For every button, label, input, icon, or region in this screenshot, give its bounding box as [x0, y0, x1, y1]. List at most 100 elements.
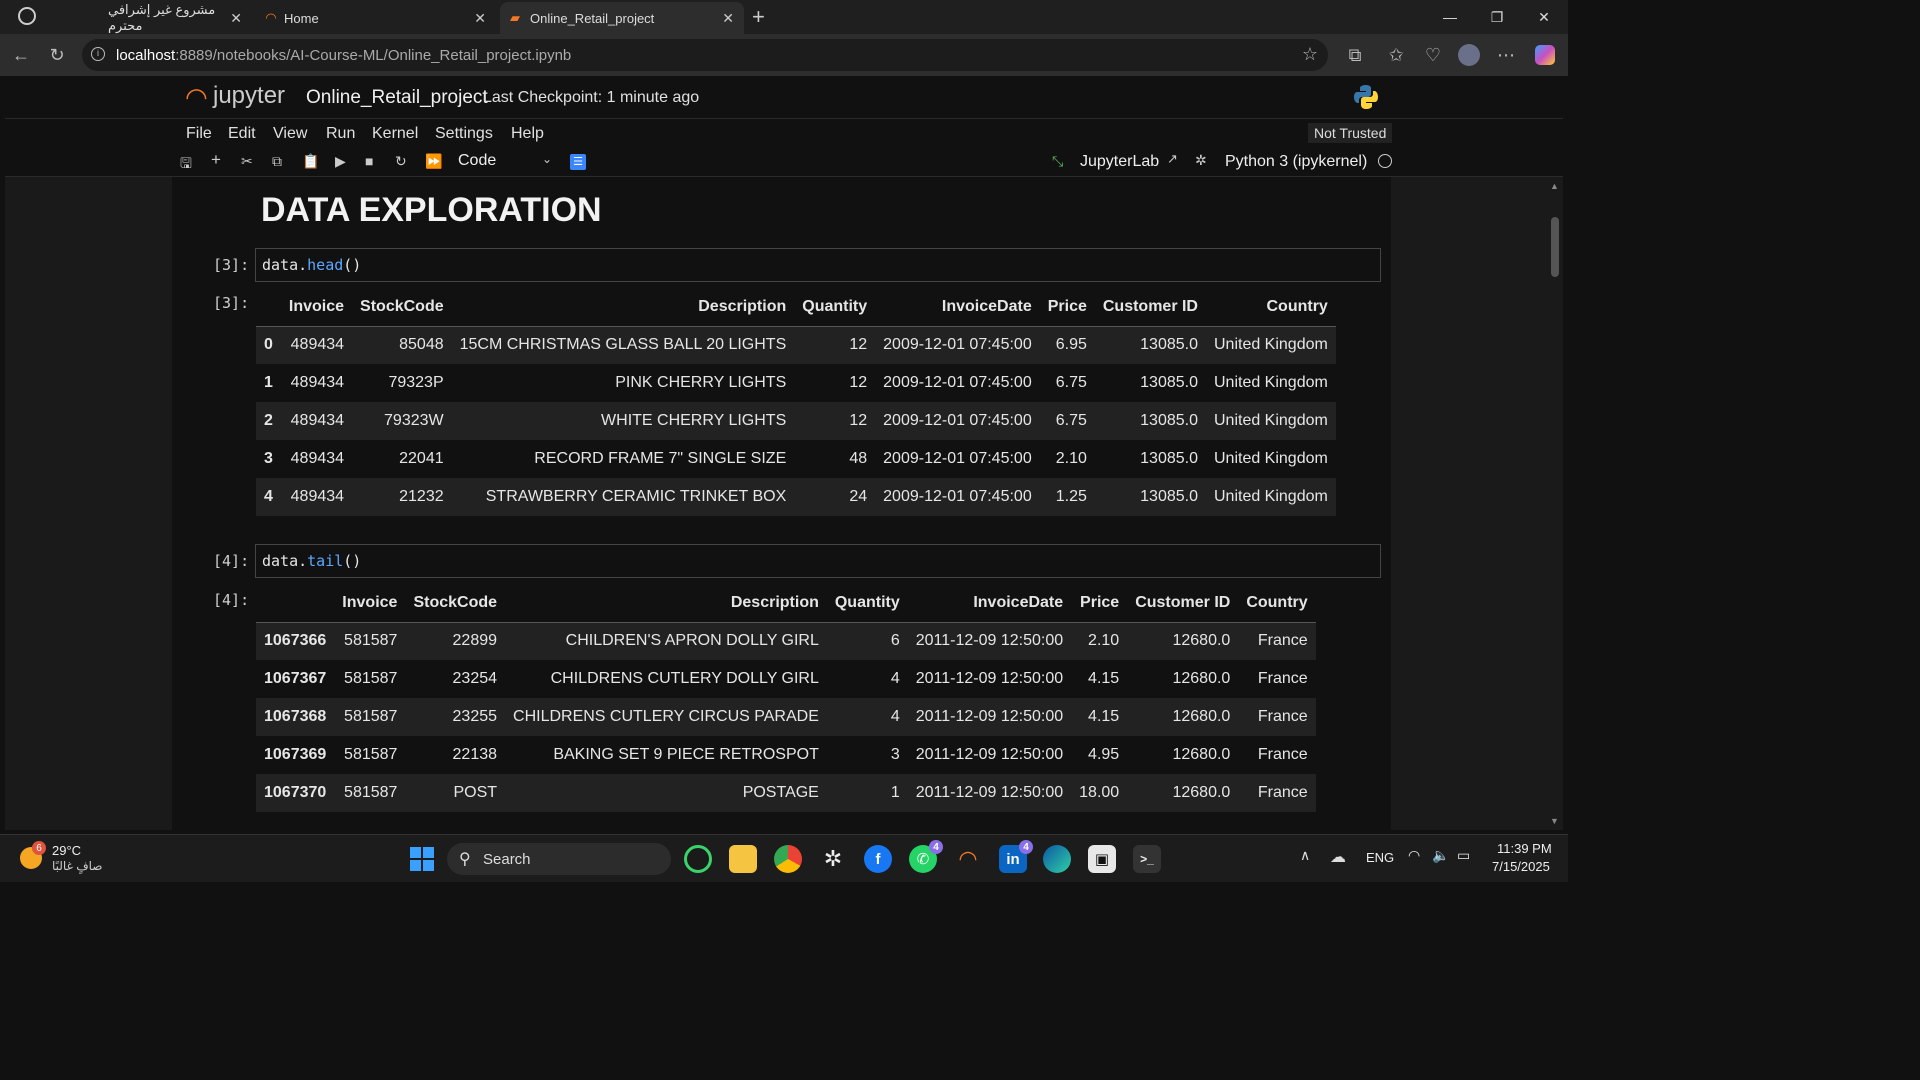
clock-date[interactable]: 7/15/2025 [1492, 859, 1550, 874]
menu-settings[interactable]: Settings [435, 125, 493, 143]
facebook-icon[interactable]: f [864, 845, 892, 873]
jupyter-logo-text[interactable]: jupyter [213, 82, 285, 110]
save-icon[interactable]: 🖫 [180, 153, 192, 177]
weather-widget[interactable]: 6 29°C صافٍ غالبًا [18, 841, 128, 877]
url-path: :8889/notebooks/AI-Course-ML/Online_Reta… [175, 46, 572, 64]
insert-cell-icon[interactable]: + [211, 150, 221, 170]
close-icon[interactable]: ✕ [230, 10, 242, 27]
restart-run-all-icon[interactable]: ⏩ [425, 153, 442, 170]
jupyter-logo-icon[interactable]: ◠ [185, 84, 208, 110]
debugger-icon[interactable]: ✲ [1195, 152, 1207, 169]
notebook-title[interactable]: Online_Retail_project [306, 87, 488, 109]
column-header: Quantity [794, 288, 876, 327]
linkedin-icon[interactable]: in 4 [999, 840, 1033, 873]
cell-type-select[interactable]: Code ⌄ [458, 152, 558, 170]
menu-file[interactable]: File [186, 125, 212, 143]
windows-logo-icon [423, 860, 434, 871]
browser-menu-icon[interactable] [18, 7, 36, 25]
windows-logo-icon [410, 860, 421, 871]
clock-time[interactable]: 11:39 PM [1497, 841, 1552, 856]
column-header: Customer ID [1094, 288, 1206, 327]
extensions-icon[interactable]: ⧉ [1342, 42, 1368, 68]
close-window-icon[interactable]: ✕ [1521, 0, 1567, 34]
tab-online-retail[interactable]: ▰ Online_Retail_project ✕ [500, 2, 744, 34]
table-cell: 23254 [452, 670, 498, 687]
code-cell-input[interactable]: data.tail() [255, 544, 1381, 578]
url-bar[interactable]: i localhost:8889/notebooks/AI-Course-ML/… [82, 39, 1328, 71]
python-logo-icon [1353, 84, 1379, 110]
tab-arabic-project[interactable]: مشروع غير إشرافي محترم ✕ [52, 2, 252, 34]
onedrive-icon[interactable]: ☁ [1330, 847, 1346, 867]
jupyter-taskbar-icon[interactable]: ◠ [954, 845, 982, 873]
notebook-scrollbar[interactable]: ▲ ▼ [1547, 177, 1563, 830]
code-cell-input[interactable]: data.head() [255, 248, 1381, 282]
table-cell: 4 [890, 670, 900, 687]
chevron-down-icon: ⌄ [541, 152, 552, 166]
table-cell: BAKING SET 9 PIECE RETROSPOT [553, 746, 819, 763]
plus-icon[interactable]: + [752, 4, 765, 30]
menu-help[interactable]: Help [511, 125, 544, 143]
table-cell: 15CM CHRISTMAS GLASS BALL 20 LIGHTS [451, 326, 795, 364]
table-cell: 12 [794, 326, 876, 364]
volume-icon[interactable]: 🔈 [1432, 847, 1449, 864]
more-options-icon[interactable]: ⋯ [1493, 42, 1519, 68]
restart-icon[interactable]: ↻ [395, 153, 407, 170]
close-icon[interactable]: ✕ [474, 10, 486, 27]
tab-home[interactable]: ◠ Home ✕ [256, 2, 496, 34]
chevron-up-icon[interactable]: ∧ [1300, 847, 1310, 864]
menu-run[interactable]: Run [326, 125, 355, 143]
minimize-icon[interactable]: — [1427, 0, 1473, 34]
scroll-up-icon[interactable]: ▲ [1550, 181, 1559, 191]
reload-icon[interactable]: ↻ [44, 42, 70, 68]
table-cell: 85048 [352, 326, 452, 364]
table-cell: 2011-12-09 12:50:00 [915, 746, 1064, 763]
kernel-name[interactable]: Python 3 (ipykernel) [1225, 153, 1367, 171]
language-indicator[interactable]: ENG [1366, 850, 1394, 865]
edge-icon[interactable] [1043, 845, 1071, 873]
table-cell: 2009-12-01 07:45:00 [875, 402, 1040, 440]
battery-icon[interactable]: ▭ [1457, 847, 1470, 864]
profile-avatar[interactable] [1456, 42, 1482, 68]
favorite-star-icon[interactable]: ☆ [1302, 44, 1318, 65]
scroll-down-icon[interactable]: ▼ [1550, 816, 1559, 826]
cut-icon[interactable]: ✂ [241, 153, 253, 170]
column-header: Invoice [280, 288, 353, 327]
menu-view[interactable]: View [273, 125, 307, 143]
stop-icon[interactable]: ■ [365, 153, 373, 169]
table-cell: 12680.0 [1172, 746, 1231, 763]
copilot-icon[interactable] [1532, 42, 1558, 68]
table-cell: 79323P [388, 374, 444, 391]
table-cell: 12 [849, 374, 868, 391]
restore-icon[interactable]: ❐ [1474, 0, 1520, 34]
table-cell: 2011-12-09 12:50:00 [907, 622, 1072, 660]
run-icon[interactable]: ▶ [335, 153, 346, 170]
copy-icon[interactable]: ⧉ [272, 153, 282, 170]
wifi-icon[interactable]: ◠ [1408, 847, 1420, 864]
app-icon[interactable]: ▣ [1088, 845, 1116, 873]
screen-recorder-icon[interactable] [684, 845, 712, 873]
favorites-icon[interactable]: ✩ [1383, 42, 1409, 68]
paste-icon[interactable]: 📋 [302, 153, 319, 170]
back-icon[interactable]: ← [8, 42, 34, 68]
menu-edit[interactable]: Edit [228, 125, 256, 143]
chrome-icon[interactable] [774, 845, 802, 873]
scrollbar-thumb[interactable] [1551, 217, 1559, 277]
file-explorer-icon[interactable] [729, 845, 757, 873]
table-cell: 13085.0 [1094, 478, 1206, 516]
table-cell: 2009-12-01 07:45:00 [883, 450, 1032, 467]
not-trusted-badge[interactable]: Not Trusted [1308, 123, 1393, 143]
table-cell: France [1238, 622, 1316, 660]
notebook-favicon-icon: ▰ [510, 10, 520, 25]
whatsapp-icon[interactable]: ✆ 4 [909, 840, 943, 873]
start-button[interactable] [410, 847, 434, 871]
table-cell: United Kingdom [1205, 402, 1336, 440]
health-icon[interactable]: ♡ [1420, 42, 1446, 68]
site-info-icon[interactable]: i [91, 47, 105, 61]
table-of-contents-icon[interactable]: ☰ [570, 154, 586, 170]
chatgpt-icon[interactable]: ✲ [819, 845, 847, 873]
menu-kernel[interactable]: Kernel [372, 125, 418, 143]
terminal-icon[interactable]: >_ [1133, 845, 1161, 873]
taskbar-search[interactable]: ⚲ Search [447, 843, 671, 875]
jupyterlab-link[interactable]: JupyterLab [1080, 153, 1159, 171]
close-icon[interactable]: ✕ [722, 10, 734, 27]
